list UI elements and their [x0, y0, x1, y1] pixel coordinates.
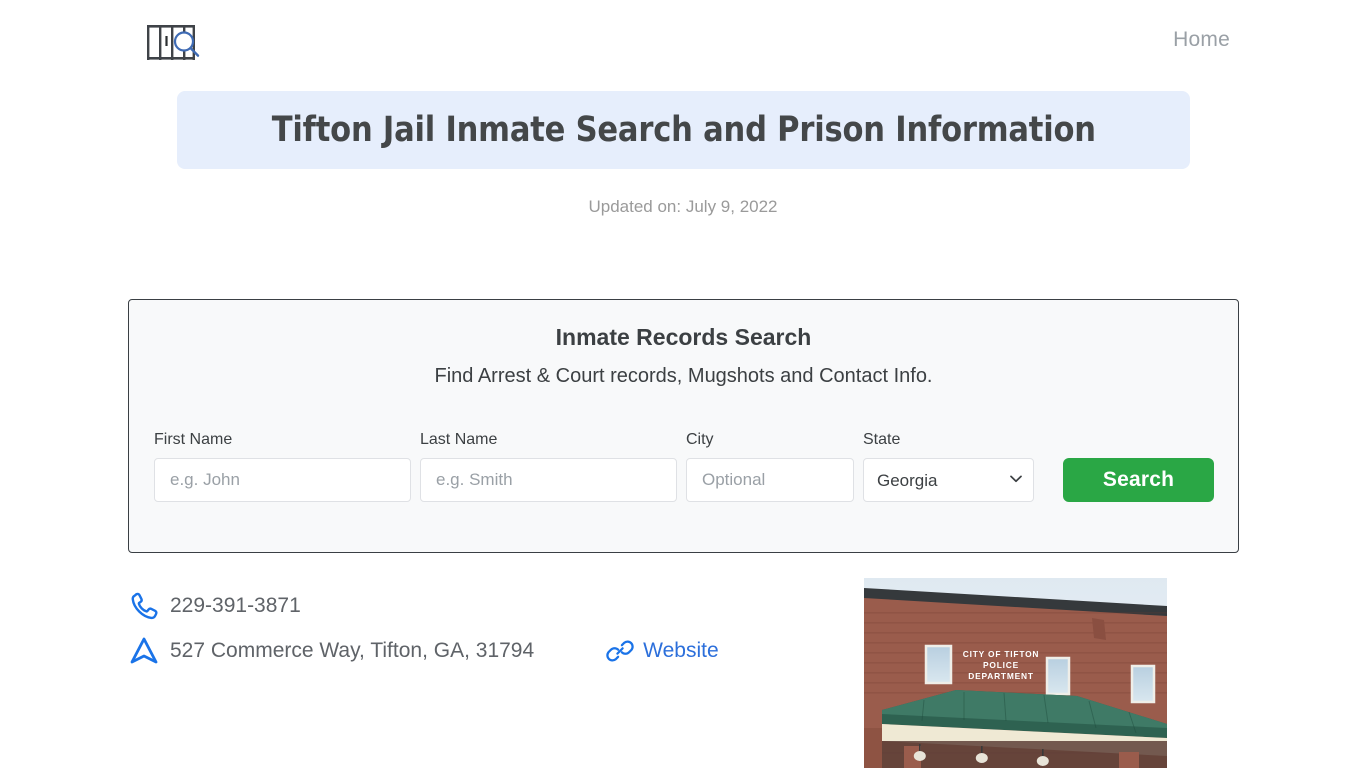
address-row: 527 Commerce Way, Tifton, GA, 31794 Webs…: [128, 628, 848, 673]
contact-info: 229-391-3871 527 Commerce Way, Tifton, G…: [128, 583, 848, 673]
state-select-wrapper: Georgia: [863, 458, 1034, 502]
last-name-field-group: Last Name: [420, 431, 677, 502]
state-field-group: State Georgia: [863, 431, 1034, 502]
city-input[interactable]: [686, 458, 854, 502]
state-select[interactable]: Georgia: [863, 458, 1034, 502]
site-header: Home: [0, 0, 1366, 84]
search-form: First Name Last Name City State Georgia: [154, 431, 1214, 502]
search-card-title: Inmate Records Search: [555, 324, 812, 350]
phone-number: 229-391-3871: [170, 593, 301, 617]
website-label: Website: [643, 638, 719, 662]
sign-line-2: POLICE: [983, 660, 1019, 670]
updated-date: Updated on: July 9, 2022: [588, 197, 778, 216]
jail-bars-magnifier-logo[interactable]: [146, 22, 204, 62]
address-text: 527 Commerce Way, Tifton, GA, 31794: [170, 638, 535, 662]
phone-icon: [131, 592, 158, 619]
nav-item-home[interactable]: Home: [1173, 28, 1230, 51]
phone-row: 229-391-3871: [128, 583, 848, 628]
sign-line-1: CITY OF TIFTON: [963, 649, 1040, 659]
last-name-label: Last Name: [420, 431, 498, 448]
jail-bars-magnifier-icon: [147, 25, 200, 60]
city-field-group: City: [686, 431, 854, 502]
navigation-arrow-icon: [130, 637, 158, 663]
inmate-records-search-card: Inmate Records Search Find Arrest & Cour…: [128, 299, 1239, 553]
first-name-input[interactable]: [154, 458, 411, 502]
page-title: Tifton Jail Inmate Search and Prison Inf…: [271, 110, 1096, 150]
tifton-police-department-photo: CITY OF TIFTON POLICE DEPARTMENT: [864, 578, 1167, 768]
search-card-subtitle: Find Arrest & Court records, Mugshots an…: [434, 365, 933, 387]
website-link[interactable]: Website: [605, 636, 719, 666]
last-name-input[interactable]: [420, 458, 677, 502]
sign-line-3: DEPARTMENT: [968, 671, 1034, 681]
page-root: Home Tifton Jail Inmate Search and Priso…: [0, 0, 1366, 768]
first-name-label: First Name: [154, 431, 233, 448]
police-building-image: CITY OF TIFTON POLICE DEPARTMENT: [864, 578, 1167, 768]
page-title-banner: Tifton Jail Inmate Search and Prison Inf…: [177, 91, 1190, 169]
first-name-field-group: First Name: [154, 431, 411, 502]
link-icon: [606, 639, 634, 662]
state-label: State: [863, 431, 901, 448]
search-button[interactable]: Search: [1063, 458, 1214, 502]
main-nav: Home: [1173, 28, 1230, 52]
city-label: City: [686, 431, 714, 448]
